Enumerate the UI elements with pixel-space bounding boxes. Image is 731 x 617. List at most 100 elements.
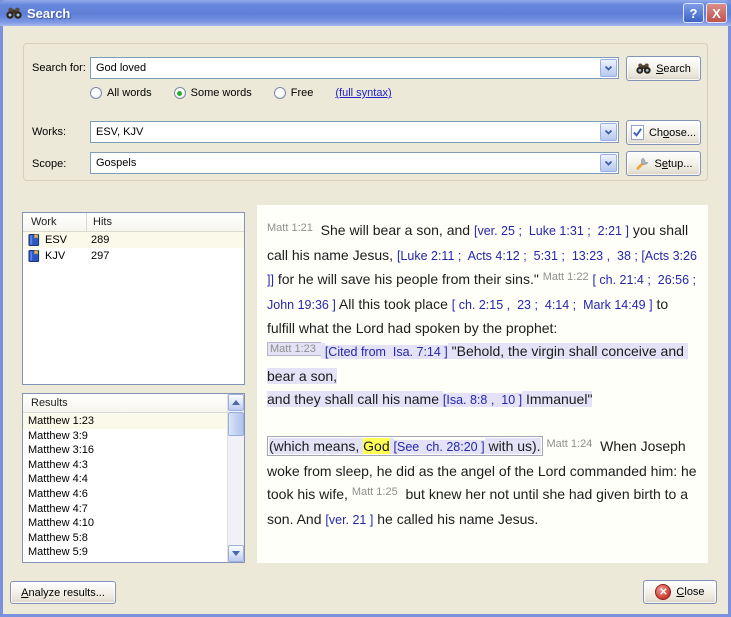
radio-button[interactable] bbox=[90, 87, 102, 99]
list-item[interactable]: Matthew 5:9 bbox=[23, 545, 227, 560]
passage-text: Matt 1:21 She will bear a son, and [ver.… bbox=[257, 205, 708, 532]
search-button-label: Search bbox=[656, 63, 691, 75]
hits-column-header[interactable]: Hits bbox=[87, 216, 112, 228]
scope-label: Scope: bbox=[32, 158, 66, 170]
search-dropdown-arrow[interactable] bbox=[600, 59, 617, 77]
book-icon bbox=[28, 249, 40, 263]
works-select-value: ESV, KJV bbox=[96, 126, 618, 138]
analyze-button-label: Analyze results... bbox=[21, 587, 105, 599]
radio-option-all-words[interactable]: All words bbox=[90, 87, 152, 99]
verse-text: Immanuel" bbox=[522, 391, 592, 407]
chevron-down-icon bbox=[604, 64, 613, 72]
results-panel: Results Matthew 1:23Matthew 3:9Matthew 3… bbox=[22, 393, 245, 563]
binoculars-icon bbox=[636, 62, 651, 75]
choose-works-button[interactable]: Choose... bbox=[626, 120, 701, 145]
cross-reference-link[interactable]: [ver. 25 ; Luke 1:31 ; 2:21 ] bbox=[474, 224, 629, 238]
list-item[interactable]: Matthew 4:4 bbox=[23, 472, 227, 487]
arrow-down-icon bbox=[232, 551, 240, 556]
list-item[interactable]: Matthew 4:7 bbox=[23, 502, 227, 517]
radio-dot bbox=[177, 91, 182, 96]
list-item[interactable]: Matthew 1:23 bbox=[23, 414, 227, 429]
work-name: KJV bbox=[45, 250, 87, 262]
work-hits: 297 bbox=[87, 250, 109, 262]
search-for-label: Search for: bbox=[32, 62, 86, 74]
works-select[interactable]: ESV, KJV bbox=[90, 121, 619, 143]
search-button[interactable]: Search bbox=[626, 56, 701, 81]
list-item[interactable]: Matthew 4:10 bbox=[23, 516, 227, 531]
work-hits-rows: ESV289KJV297 bbox=[23, 232, 244, 264]
verse-text: She will bear a son, and bbox=[313, 222, 474, 238]
checkmark-icon bbox=[631, 125, 644, 140]
wrench-icon bbox=[635, 156, 650, 171]
radio-option-free[interactable]: Free bbox=[274, 87, 314, 99]
radio-option-some-words[interactable]: Some words bbox=[174, 87, 252, 99]
table-row[interactable]: ESV289 bbox=[23, 232, 244, 248]
radio-button[interactable] bbox=[274, 87, 286, 99]
binoculars-icon bbox=[6, 6, 22, 20]
cross-reference-link[interactable]: [ver. 21 ] bbox=[325, 513, 373, 527]
cross-reference-link[interactable]: [See ch. 28:20 ] bbox=[394, 440, 485, 454]
verse-text: for he will save his people from their s… bbox=[274, 271, 543, 287]
scope-select-value: Gospels bbox=[96, 157, 618, 169]
results-list: Matthew 1:23Matthew 3:9Matthew 3:16Matth… bbox=[23, 414, 227, 562]
verse-reference: Matt 1:25 bbox=[352, 486, 398, 498]
close-x-icon: ✕ bbox=[655, 584, 671, 600]
search-input-value: God loved bbox=[96, 62, 618, 74]
close-button[interactable]: ✕ Close bbox=[643, 580, 717, 604]
results-scrollbar[interactable] bbox=[227, 394, 244, 562]
list-item[interactable]: Matthew 4:3 bbox=[23, 458, 227, 473]
setup-button-label: Setup... bbox=[655, 158, 693, 170]
radio-label: All words bbox=[107, 87, 152, 99]
work-hits-header: Work Hits bbox=[23, 213, 244, 232]
list-item[interactable]: Matthew 3:9 bbox=[23, 429, 227, 444]
work-hits: 289 bbox=[87, 234, 109, 246]
results-header[interactable]: Results bbox=[23, 394, 228, 413]
search-input[interactable]: God loved bbox=[90, 57, 619, 79]
work-column-header[interactable]: Work bbox=[23, 213, 87, 231]
highlighted-verse-box: (which means, God [See ch. 28:20 ] with … bbox=[267, 436, 543, 456]
search-mode-radios: All words Some words Free (full syntax) bbox=[90, 87, 392, 99]
verse-text: and they shall call his name bbox=[267, 391, 443, 407]
help-button[interactable]: ? bbox=[683, 3, 704, 23]
arrow-up-icon bbox=[232, 400, 240, 405]
cross-reference-link[interactable]: [Cited from Isa. 7:14 ] bbox=[325, 345, 448, 359]
title-bar: Search ? X bbox=[0, 0, 731, 26]
scroll-down-button[interactable] bbox=[228, 545, 244, 562]
verse-text-panel: Matt 1:21 She will bear a son, and [ver.… bbox=[257, 205, 708, 563]
scope-select[interactable]: Gospels bbox=[90, 152, 619, 174]
radio-label: Some words bbox=[191, 87, 252, 99]
verse-reference: Matt 1:22 bbox=[543, 271, 589, 283]
verse-reference: Matt 1:24 bbox=[546, 438, 592, 450]
work-name: ESV bbox=[45, 234, 87, 246]
scroll-up-button[interactable] bbox=[228, 394, 244, 411]
verse-reference: Matt 1:23 bbox=[267, 342, 321, 356]
verse-text bbox=[390, 438, 394, 454]
radio-label: Free bbox=[291, 87, 314, 99]
cross-reference-link[interactable]: [Isa. 8:8 , 10 ] bbox=[443, 393, 522, 407]
verse-reference: Matt 1:21 bbox=[267, 222, 313, 234]
list-item[interactable]: Matthew 5:34 bbox=[23, 560, 227, 562]
verse-text: he called his name Jesus. bbox=[373, 511, 538, 527]
close-button-label: Close bbox=[676, 586, 704, 598]
analyze-results-button[interactable]: Analyze results... bbox=[10, 581, 116, 604]
verse-text: All this took place bbox=[336, 296, 452, 312]
list-item[interactable]: Matthew 4:6 bbox=[23, 487, 227, 502]
setup-scope-button[interactable]: Setup... bbox=[626, 151, 701, 176]
table-row[interactable]: KJV297 bbox=[23, 248, 244, 264]
window-title: Search bbox=[27, 6, 681, 21]
book-icon bbox=[28, 233, 40, 247]
scrollbar-thumb[interactable] bbox=[228, 412, 244, 436]
list-item[interactable]: Matthew 5:8 bbox=[23, 531, 227, 546]
verse-text: (which means, bbox=[269, 438, 363, 454]
chevron-down-icon bbox=[604, 128, 613, 136]
choose-button-label: Choose... bbox=[649, 127, 696, 139]
list-item[interactable]: Matthew 3:16 bbox=[23, 443, 227, 458]
radio-button[interactable] bbox=[174, 87, 186, 99]
full-syntax-link[interactable]: (full syntax) bbox=[335, 87, 391, 99]
works-dropdown-arrow[interactable] bbox=[600, 123, 617, 141]
verse-text: with us). bbox=[485, 438, 541, 454]
cross-reference-link[interactable]: [ ch. 2:15 , 23 ; 4:14 ; Mark 14:49 ] bbox=[452, 298, 653, 312]
work-hits-panel: Work Hits ESV289KJV297 bbox=[22, 212, 245, 385]
window-close-button[interactable]: X bbox=[706, 3, 727, 23]
scope-dropdown-arrow[interactable] bbox=[600, 154, 617, 172]
